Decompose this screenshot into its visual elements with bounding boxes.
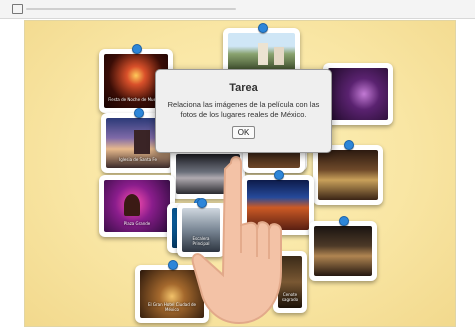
- card-image: [318, 150, 378, 200]
- pin-icon[interactable]: [134, 108, 144, 118]
- dialog-message: Relaciona las imágenes de la película co…: [167, 100, 320, 119]
- pin-icon[interactable]: [344, 140, 354, 150]
- card-image: [314, 226, 372, 276]
- dialog-title: Tarea: [229, 82, 258, 94]
- photo-board: Fiesta de Noche de Muertos Iglesia de Sa…: [24, 20, 456, 327]
- photo-card[interactable]: [323, 63, 393, 125]
- browser-toolbar: [0, 0, 475, 19]
- card-caption: Plaza Grande: [123, 221, 151, 226]
- pin-icon[interactable]: [339, 216, 349, 226]
- hand-pointer-icon: [191, 156, 282, 325]
- pin-icon[interactable]: [132, 44, 142, 54]
- toolbar-text-placeholder: [26, 8, 236, 10]
- card-image: Plaza Grande: [104, 180, 170, 232]
- task-dialog: Tarea Relaciona las imágenes de la pelíc…: [155, 69, 332, 153]
- page-icon: [12, 4, 23, 14]
- pin-icon[interactable]: [168, 260, 178, 270]
- card-image: [328, 68, 388, 120]
- photo-card[interactable]: [309, 216, 377, 281]
- pin-icon[interactable]: [257, 23, 268, 33]
- photo-card[interactable]: Plaza Grande: [99, 175, 175, 237]
- photo-card[interactable]: [313, 140, 383, 205]
- card-image: [228, 33, 295, 71]
- card-caption: Iglesia de Santa Fe: [119, 157, 157, 162]
- ok-button[interactable]: OK: [231, 126, 256, 139]
